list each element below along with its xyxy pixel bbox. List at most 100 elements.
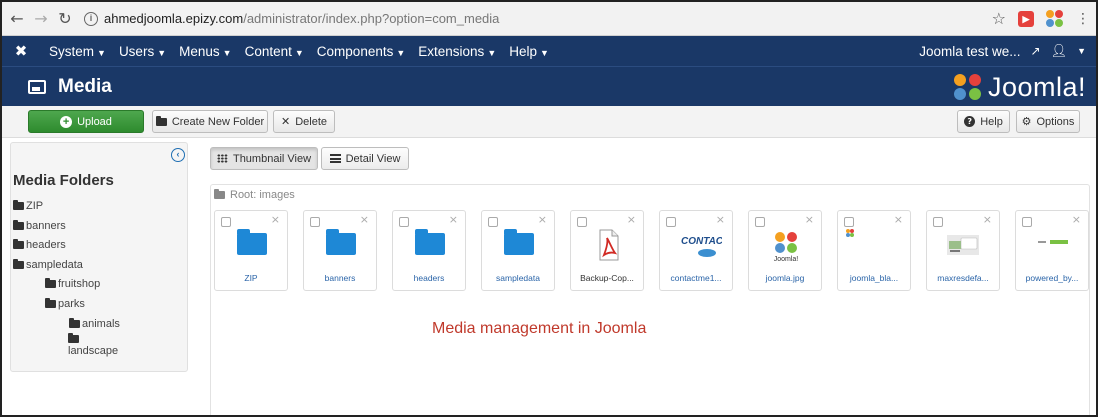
media-folders-sidebar: ‹ Media Folders ZIP banners headers samp… <box>10 142 188 372</box>
help-button[interactable]: ? Help <box>957 110 1010 133</box>
media-item-image[interactable]: × powered_by... <box>1015 210 1089 291</box>
item-label[interactable]: banners <box>304 273 376 283</box>
item-label[interactable]: powered_by... <box>1016 273 1088 283</box>
joomla-extension-icon[interactable] <box>1046 9 1064 28</box>
folder-icon <box>155 115 167 126</box>
select-checkbox[interactable] <box>1022 217 1032 227</box>
item-label[interactable]: joomla_bla... <box>838 273 910 283</box>
joomla-brand-logo-icon <box>952 72 984 102</box>
item-label[interactable]: joomla.jpg <box>749 273 821 283</box>
sidebar-folder-parks[interactable]: parks <box>45 298 85 310</box>
delete-x-icon[interactable]: × <box>805 213 814 226</box>
item-label[interactable]: sampledata <box>482 273 554 283</box>
select-checkbox[interactable] <box>399 217 409 227</box>
site-link[interactable]: Joomla test we... <box>919 44 1020 59</box>
delete-x-icon[interactable]: × <box>894 213 903 226</box>
media-item-folder[interactable]: × headers <box>392 210 466 291</box>
sidebar-folder-banners[interactable]: banners <box>13 220 66 232</box>
folder-label: sampledata <box>26 259 83 271</box>
delete-x-icon[interactable]: × <box>360 213 369 226</box>
extension-icon[interactable]: ▶ <box>1018 10 1034 27</box>
caret-down-icon[interactable]: ▼ <box>1077 46 1086 56</box>
collapse-sidebar-icon[interactable]: ‹ <box>171 148 185 162</box>
media-image-icon <box>28 79 46 94</box>
select-checkbox[interactable] <box>666 217 676 227</box>
toolbar: + Upload Create New Folder ✕ Delete ? He… <box>2 106 1096 138</box>
menu-content[interactable]: Content ▼ <box>245 44 304 59</box>
external-link-icon[interactable]: ↗ <box>1031 44 1041 58</box>
forward-icon[interactable]: → <box>32 9 50 28</box>
delete-x-icon[interactable]: × <box>716 213 725 226</box>
menu-help[interactable]: Help ▼ <box>509 44 549 59</box>
reload-icon[interactable]: ↻ <box>56 9 74 28</box>
root-label: Root: images <box>230 189 295 201</box>
media-item-image[interactable]: × joomla_bla... <box>837 210 911 291</box>
menu-system[interactable]: System ▼ <box>49 44 106 59</box>
site-info-icon[interactable]: i <box>84 11 98 26</box>
media-item-folder[interactable]: × sampledata <box>481 210 555 291</box>
preview-text: CONTACT <box>681 236 722 247</box>
url-path: /administrator/index.php?option=com_medi… <box>243 11 500 26</box>
menu-extensions[interactable]: Extensions ▼ <box>418 44 496 59</box>
joomla-logo-icon[interactable]: ✖ <box>6 42 36 60</box>
bookmark-star-icon[interactable]: ☆ <box>992 9 1006 28</box>
user-icon[interactable]: 👤︎ <box>1051 44 1068 59</box>
browser-menu-icon[interactable]: ⋮ <box>1076 11 1090 27</box>
media-item-image[interactable]: × maxresdefa... <box>926 210 1000 291</box>
upload-button[interactable]: + Upload <box>28 110 144 133</box>
delete-label: Delete <box>295 115 327 128</box>
media-item-folder[interactable]: × banners <box>303 210 377 291</box>
gear-icon: ⚙ <box>1021 115 1032 128</box>
joomla-small-logo-preview <box>846 229 854 237</box>
select-checkbox[interactable] <box>577 217 587 227</box>
sidebar-folder-zip[interactable]: ZIP <box>13 200 43 212</box>
menu-components[interactable]: Components ▼ <box>317 44 405 59</box>
item-label[interactable]: ZIP <box>215 273 287 283</box>
options-button[interactable]: ⚙ Options <box>1016 110 1080 133</box>
sidebar-folder-landscape[interactable]: landscape <box>68 333 119 357</box>
address-bar[interactable]: ahmedjoomla.epizy.com/administrator/inde… <box>104 11 499 26</box>
select-checkbox[interactable] <box>221 217 231 227</box>
item-label[interactable]: headers <box>393 273 465 283</box>
media-item-image[interactable]: × Joomla! joomla.jpg <box>748 210 822 291</box>
select-checkbox[interactable] <box>310 217 320 227</box>
back-icon[interactable]: ← <box>8 9 26 28</box>
folder-label: landscape <box>68 345 119 357</box>
sidebar-folder-animals[interactable]: animals <box>69 318 120 330</box>
menu-label: System <box>49 43 95 59</box>
delete-x-icon[interactable]: × <box>627 213 636 226</box>
item-label[interactable]: contactme1... <box>660 273 732 283</box>
select-checkbox[interactable] <box>488 217 498 227</box>
select-checkbox[interactable] <box>933 217 943 227</box>
sidebar-folder-sampledata[interactable]: sampledata <box>13 259 83 271</box>
menu-users[interactable]: Users ▼ <box>119 44 166 59</box>
folder-icon <box>237 229 267 255</box>
sidebar-folder-fruitshop[interactable]: fruitshop <box>45 278 100 290</box>
create-folder-button[interactable]: Create New Folder <box>152 110 268 133</box>
folder-label: ZIP <box>26 200 44 212</box>
delete-x-icon[interactable]: × <box>538 213 547 226</box>
media-item-folder[interactable]: × ZIP <box>214 210 288 291</box>
options-label: Options <box>1036 115 1075 128</box>
select-checkbox[interactable] <box>755 217 765 227</box>
admin-menu-right: Joomla test we... ↗ 👤︎ ▼ <box>919 36 1086 66</box>
caret-down-icon: ▼ <box>294 47 304 58</box>
media-item-file[interactable]: × Backup-Cop... <box>570 210 644 291</box>
folder-icon <box>45 298 56 308</box>
delete-x-icon[interactable]: × <box>271 213 280 226</box>
delete-x-icon[interactable]: × <box>449 213 458 226</box>
item-label[interactable]: maxresdefa... <box>927 273 999 283</box>
item-label[interactable]: Backup-Cop... <box>571 273 643 283</box>
help-label: Help <box>980 115 1003 128</box>
thumbnail-view-tab[interactable]: Thumbnail View <box>210 147 318 170</box>
delete-button[interactable]: ✕ Delete <box>273 110 335 133</box>
question-circle-icon: ? <box>964 116 976 127</box>
sidebar-folder-headers[interactable]: headers <box>13 239 66 251</box>
menu-menus[interactable]: Menus ▼ <box>179 44 231 59</box>
media-item-image[interactable]: × CONTACT contactme1... <box>659 210 733 291</box>
detail-view-tab[interactable]: Detail View <box>321 147 409 170</box>
folder-label: fruitshop <box>58 278 101 290</box>
delete-x-icon[interactable]: × <box>1072 213 1081 226</box>
delete-x-icon[interactable]: × <box>983 213 992 226</box>
folder-label: banners <box>26 220 66 232</box>
